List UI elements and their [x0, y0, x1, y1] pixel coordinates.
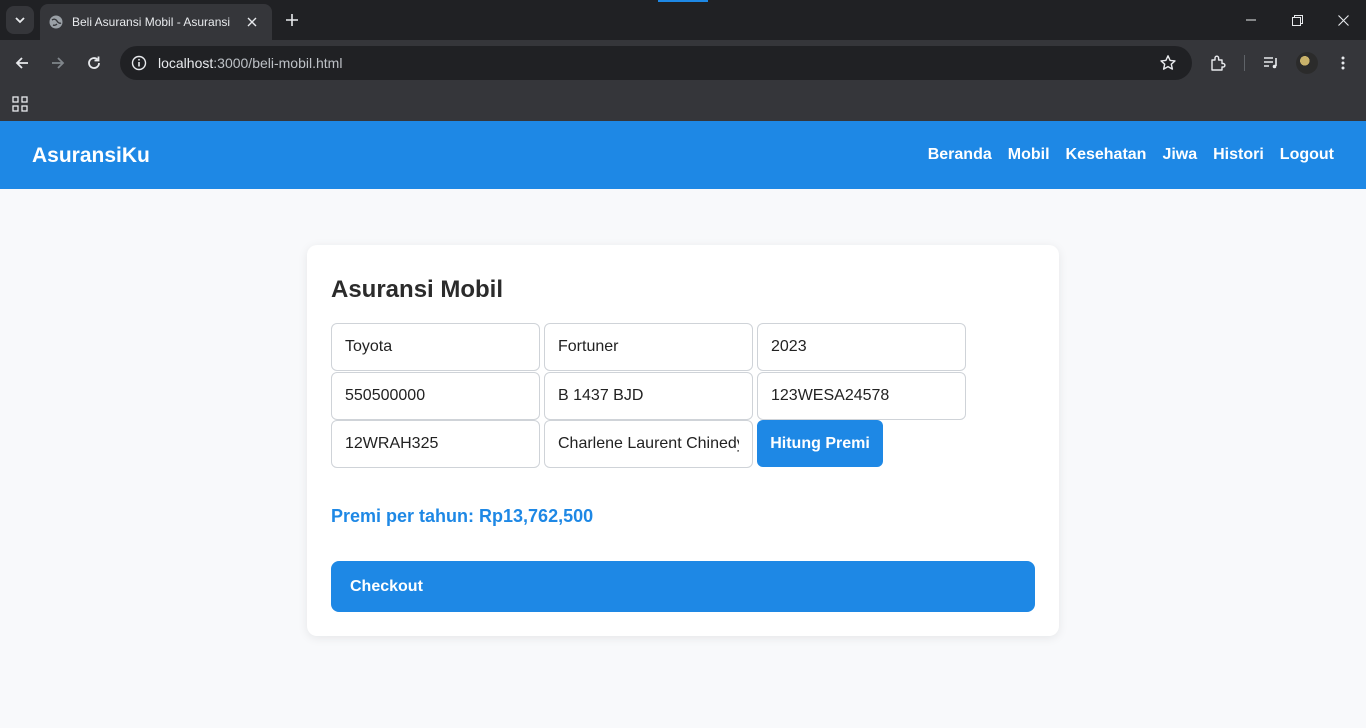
- car-model-field[interactable]: [544, 323, 753, 371]
- profile-avatar[interactable]: [1296, 52, 1318, 74]
- chassis-number-field[interactable]: [331, 420, 540, 468]
- page-title: Asuransi Mobil: [331, 276, 504, 303]
- globe-icon: [48, 14, 64, 30]
- reload-button[interactable]: [79, 48, 109, 78]
- close-icon: [1337, 14, 1349, 26]
- car-brand-field[interactable]: [331, 323, 540, 371]
- browser-toolbar: localhost:3000/beli-mobil.html: [0, 40, 1366, 86]
- bookmarks-bar: [0, 86, 1366, 121]
- arrow-right-icon: [52, 57, 65, 69]
- site-navbar: AsuransiKu Beranda Mobil Kesehatan Jiwa …: [0, 121, 1366, 189]
- nav-link-logout[interactable]: Logout: [1280, 146, 1334, 164]
- car-price-field[interactable]: [331, 372, 540, 420]
- minimize-icon: [1246, 19, 1256, 21]
- nav-link-kesehatan[interactable]: Kesehatan: [1066, 146, 1147, 164]
- nav-link-jiwa[interactable]: Jiwa: [1162, 146, 1197, 164]
- new-tab-button[interactable]: [280, 8, 304, 32]
- insurance-form-card: Asuransi Mobil Hitung Premi Premi per ta…: [307, 245, 1059, 636]
- plus-icon: [286, 14, 298, 26]
- browser-tabstrip: Beli Asuransi Mobil - Asuransi: [0, 0, 1366, 40]
- tab-drag-indicator: [658, 0, 708, 2]
- bookmark-star-icon[interactable]: [1158, 53, 1178, 73]
- apps-grid-icon[interactable]: [10, 94, 30, 114]
- arrow-left-icon: [15, 57, 28, 69]
- restore-button[interactable]: [1274, 0, 1320, 40]
- site-info-icon[interactable]: [122, 46, 156, 80]
- premium-result: Premi per tahun: Rp13,762,500: [331, 506, 594, 526]
- forward-button[interactable]: [43, 48, 73, 78]
- nav-link-mobil[interactable]: Mobil: [1008, 146, 1050, 164]
- brand-logo-text[interactable]: AsuransiKu: [32, 144, 150, 168]
- media-control-icon[interactable]: [1256, 48, 1286, 78]
- reload-icon: [88, 56, 100, 69]
- tab-search-button[interactable]: [6, 6, 34, 34]
- more-menu-icon[interactable]: [1328, 48, 1358, 78]
- toolbar-separator: [1244, 55, 1245, 71]
- extensions-icon[interactable]: [1203, 48, 1233, 78]
- owner-name-field[interactable]: [544, 420, 753, 468]
- car-year-field[interactable]: [757, 323, 966, 371]
- engine-number-field[interactable]: [757, 372, 966, 420]
- nav-link-beranda[interactable]: Beranda: [928, 146, 992, 164]
- close-icon[interactable]: [242, 12, 262, 32]
- url-text: localhost:3000/beli-mobil.html: [158, 55, 342, 71]
- url-host: localhost: [158, 55, 214, 71]
- browser-tab-active[interactable]: Beli Asuransi Mobil - Asuransi: [40, 4, 272, 40]
- back-button[interactable]: [7, 48, 37, 78]
- address-bar[interactable]: localhost:3000/beli-mobil.html: [120, 46, 1192, 80]
- calculate-premium-button[interactable]: Hitung Premi: [757, 420, 883, 467]
- nav-link-histori[interactable]: Histori: [1213, 146, 1264, 164]
- url-path: :3000/beli-mobil.html: [213, 55, 343, 71]
- plate-number-field[interactable]: [544, 372, 753, 420]
- tab-title: Beli Asuransi Mobil - Asuransi: [72, 15, 231, 29]
- close-window-button[interactable]: [1320, 0, 1366, 40]
- checkout-button[interactable]: Checkout: [331, 561, 1035, 612]
- nav-links: Beranda Mobil Kesehatan Jiwa Histori Log…: [928, 146, 1334, 164]
- minimize-button[interactable]: [1228, 0, 1274, 40]
- chevron-down-icon: [15, 17, 25, 24]
- restore-icon: [1291, 14, 1303, 26]
